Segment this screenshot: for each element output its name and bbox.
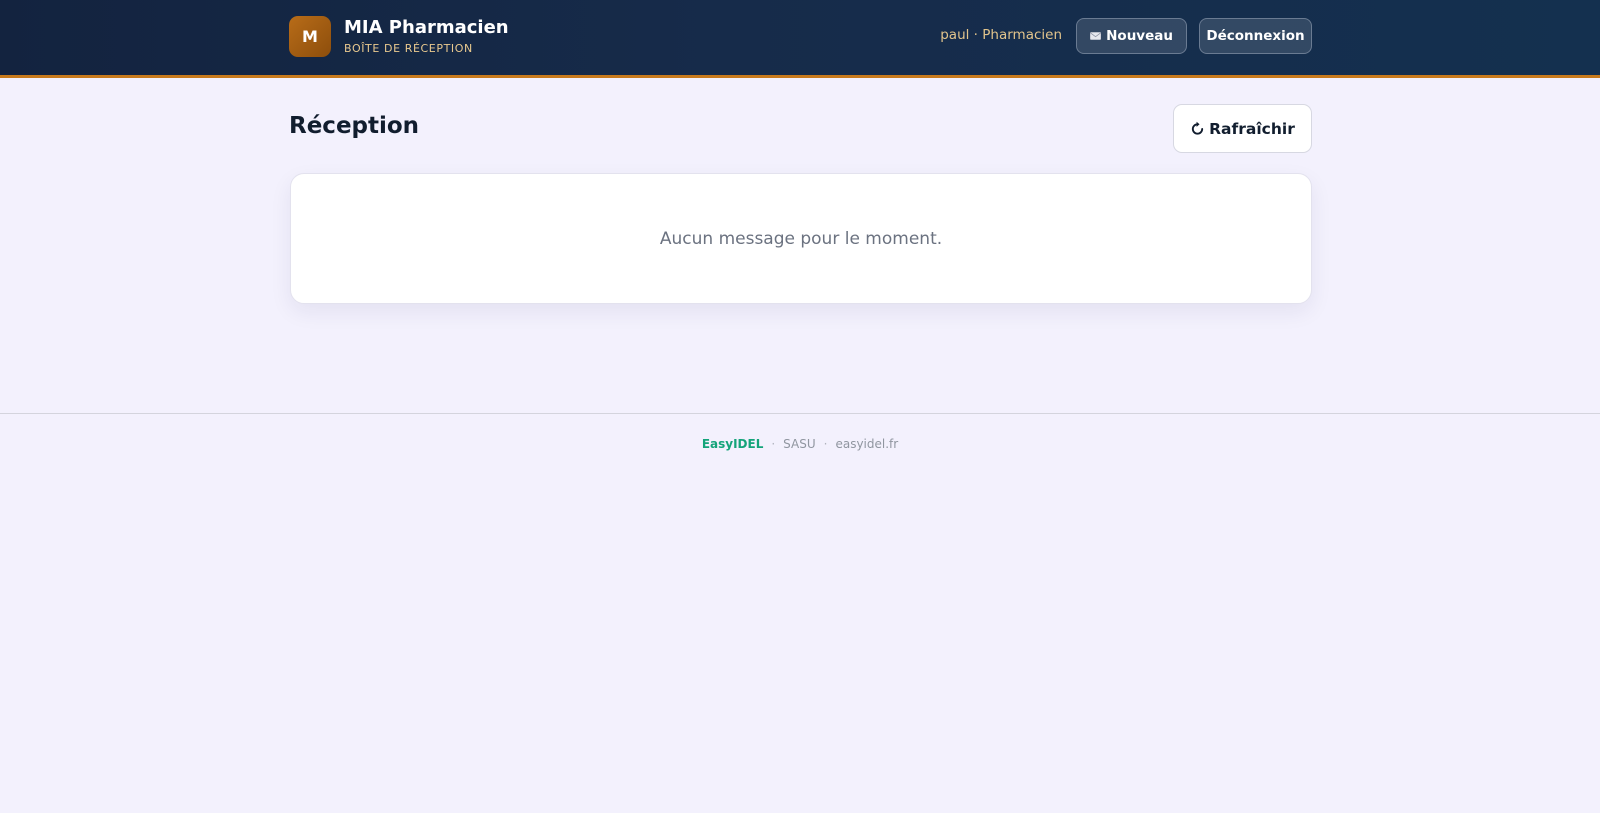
- envelope-icon: [1090, 32, 1102, 40]
- footer-brand[interactable]: EasyIDEL: [702, 437, 764, 451]
- footer-separator: ·: [771, 437, 776, 451]
- brand[interactable]: M MIA Pharmacien BOÎTE DE RÉCEPTION: [289, 16, 509, 57]
- top-navbar: M MIA Pharmacien BOÎTE DE RÉCEPTION paul…: [0, 0, 1600, 78]
- footer-separator: ·: [823, 437, 828, 451]
- footer-company-type: SASU: [783, 437, 816, 451]
- logout-button[interactable]: Déconnexion: [1199, 18, 1312, 54]
- refresh-button[interactable]: Rafraîchir: [1173, 104, 1312, 153]
- new-message-label: Nouveau: [1106, 28, 1173, 44]
- footer-website-link[interactable]: easyidel.fr: [835, 437, 898, 451]
- message-list-card: Aucun message pour le moment.: [290, 173, 1312, 304]
- footer-divider: [0, 413, 1600, 414]
- refresh-label: Rafraîchir: [1209, 119, 1295, 138]
- empty-state-message: Aucun message pour le moment.: [659, 228, 943, 249]
- app-logo: M: [289, 16, 331, 57]
- app-subtitle: BOÎTE DE RÉCEPTION: [344, 42, 473, 55]
- footer: EasyIDEL · SASU · easyidel.fr: [0, 437, 1600, 451]
- user-info: paul · Pharmacien: [940, 27, 1062, 43]
- new-message-button[interactable]: Nouveau: [1076, 18, 1187, 54]
- brand-text: MIA Pharmacien BOÎTE DE RÉCEPTION: [344, 17, 509, 56]
- logout-label: Déconnexion: [1206, 28, 1305, 44]
- app-title: MIA Pharmacien: [344, 17, 509, 38]
- refresh-icon: [1192, 121, 1204, 135]
- page-title: Réception: [289, 113, 420, 139]
